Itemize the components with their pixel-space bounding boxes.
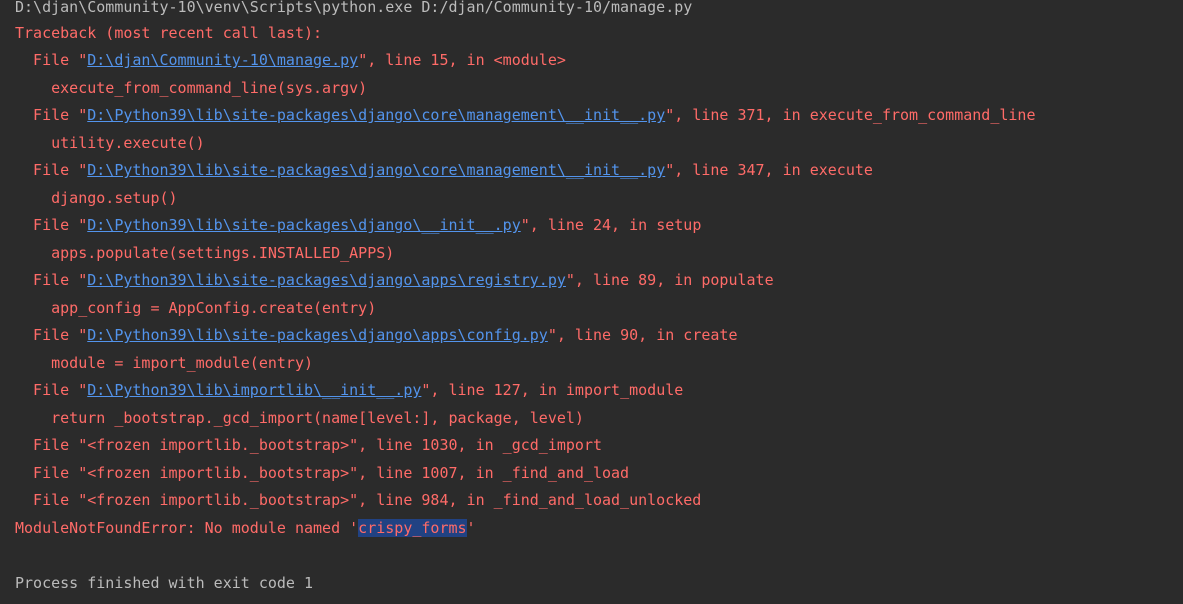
traceback-frame: File "D:\Python39\lib\site-packages\djan… xyxy=(15,271,774,289)
traceback-frame: File "D:\Python39\lib\site-packages\djan… xyxy=(15,161,873,179)
file-link[interactable]: D:\Python39\lib\site-packages\django\cor… xyxy=(87,161,665,179)
command-line: D:\djan\Community-10\venv\Scripts\python… xyxy=(15,0,693,16)
traceback-frame: File "D:\Python39\lib\site-packages\djan… xyxy=(15,216,702,234)
traceback-header: Traceback (most recent call last): xyxy=(15,24,323,42)
traceback-frame: File "D:\Python39\lib\site-packages\djan… xyxy=(15,106,1036,124)
selected-module-name[interactable]: crispy_forms xyxy=(358,519,467,537)
frame-code: django.setup() xyxy=(15,189,178,207)
frozen-frame: File "<frozen importlib._bootstrap>", li… xyxy=(15,491,702,509)
file-link[interactable]: D:\Python39\lib\site-packages\django\cor… xyxy=(87,106,665,124)
frame-code: apps.populate(settings.INSTALLED_APPS) xyxy=(15,244,395,262)
file-link[interactable]: D:\Python39\lib\site-packages\django\__i… xyxy=(87,216,520,234)
file-link[interactable]: D:\Python39\lib\importlib\__init__.py xyxy=(87,381,421,399)
frame-code: app_config = AppConfig.create(entry) xyxy=(15,299,377,317)
file-link[interactable]: D:\Python39\lib\site-packages\django\app… xyxy=(87,326,548,344)
file-link[interactable]: D:\djan\Community-10\manage.py xyxy=(87,51,358,69)
frame-code: module = import_module(entry) xyxy=(15,354,314,372)
frozen-frame: File "<frozen importlib._bootstrap>", li… xyxy=(15,464,630,482)
frame-code: execute_from_command_line(sys.argv) xyxy=(15,79,368,97)
frozen-frame: File "<frozen importlib._bootstrap>", li… xyxy=(15,436,602,454)
exit-message: Process finished with exit code 1 xyxy=(15,574,314,592)
run-console[interactable]: D:\djan\Community-10\venv\Scripts\python… xyxy=(0,0,1183,604)
file-link[interactable]: D:\Python39\lib\site-packages\django\app… xyxy=(87,271,566,289)
traceback-frame: File "D:\Python39\lib\importlib\__init__… xyxy=(15,381,684,399)
traceback-frame: File "D:\Python39\lib\site-packages\djan… xyxy=(15,326,738,344)
frame-code: utility.execute() xyxy=(15,134,205,152)
error-message: ModuleNotFoundError: No module named 'cr… xyxy=(15,519,476,537)
traceback-frame: File "D:\djan\Community-10\manage.py", l… xyxy=(15,51,566,69)
frame-code: return _bootstrap._gcd_import(name[level… xyxy=(15,409,584,427)
